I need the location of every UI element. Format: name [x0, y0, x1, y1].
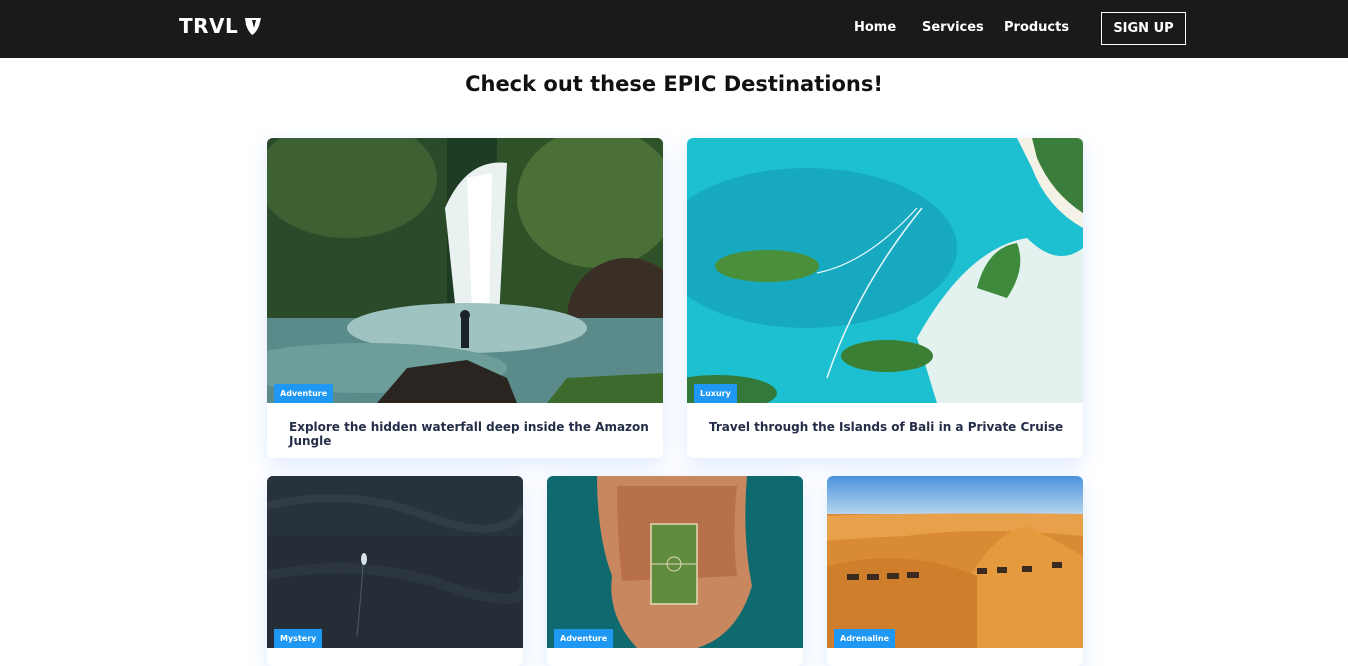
navbar: TRVL Home Services Products SIGN UP [0, 0, 1348, 58]
card-image-desert: Adrenaline [827, 476, 1083, 648]
card-badge: Luxury [694, 384, 737, 403]
logo-text: TRVL [179, 14, 239, 38]
card-badge: Mystery [274, 629, 323, 648]
logo-shield-icon [245, 18, 262, 35]
card-image-bali: Luxury [687, 138, 1083, 403]
destination-card-bali[interactable]: Luxury Travel through the Islands of Bal… [687, 138, 1083, 458]
card-image-ocean: Mystery [267, 476, 523, 648]
card-badge: Adrenaline [834, 629, 895, 648]
destination-card-ocean[interactable]: Mystery [267, 476, 523, 666]
signup-button[interactable]: SIGN UP [1101, 12, 1186, 45]
card-image-waterfall: Adventure [267, 138, 663, 403]
card-image-island: Adventure [547, 476, 803, 648]
nav-services-link[interactable]: Services [922, 20, 984, 35]
destination-card-desert[interactable]: Adrenaline [827, 476, 1083, 666]
logo[interactable]: TRVL [179, 14, 263, 38]
nav-home-link[interactable]: Home [854, 20, 896, 35]
page-title: Check out these EPIC Destinations! [465, 72, 883, 96]
card-title: Travel through the Islands of Bali in a … [709, 420, 1064, 434]
card-badge: Adventure [554, 629, 614, 648]
card-title: Explore the hidden waterfall deep inside… [289, 420, 649, 448]
card-badge: Adventure [274, 384, 334, 403]
destination-card-waterfall[interactable]: Adventure Explore the hidden waterfall d… [267, 138, 663, 458]
destination-card-island[interactable]: Adventure [547, 476, 803, 666]
nav-products-link[interactable]: Products [1004, 20, 1069, 35]
